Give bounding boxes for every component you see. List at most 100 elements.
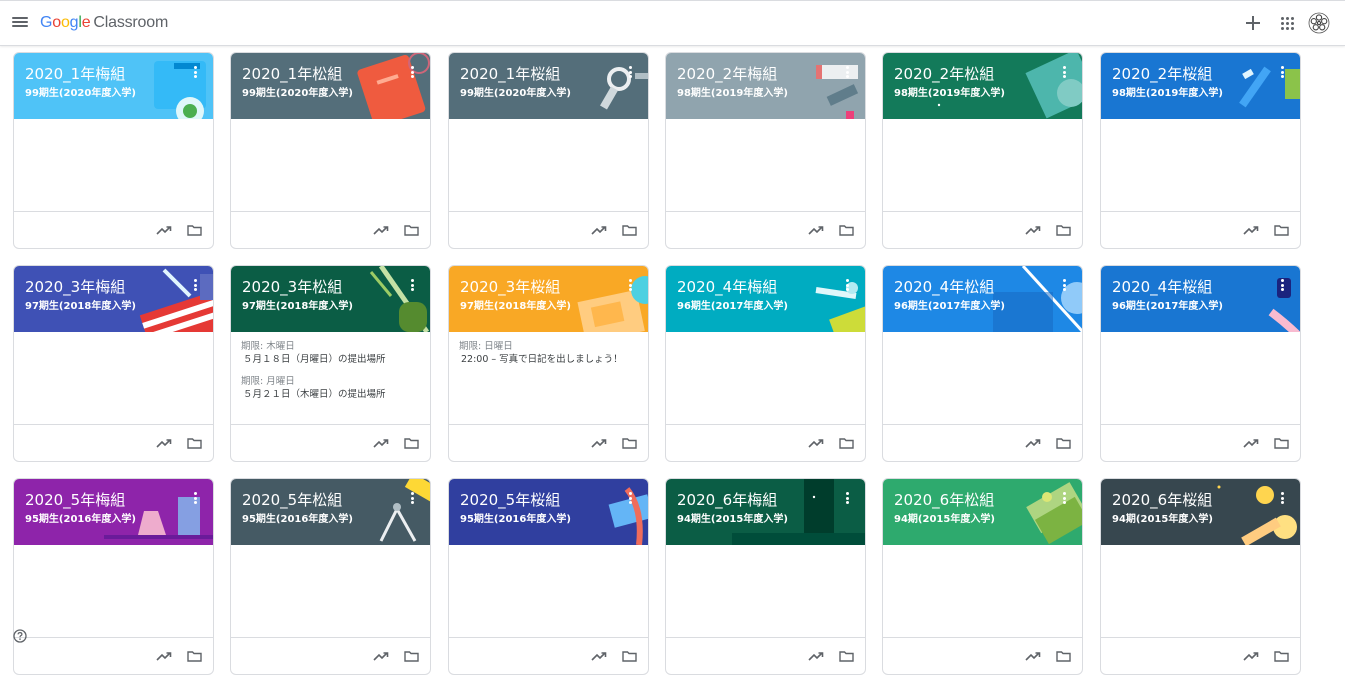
more-options-icon[interactable] xyxy=(1280,279,1286,293)
more-options-icon[interactable] xyxy=(628,66,634,80)
class-card-header[interactable]: 2020_2年桜組 98期生(2019年度入学) xyxy=(1101,53,1300,119)
class-card[interactable]: 2020_4年桜組 96期生(2017年度入学) xyxy=(1100,265,1301,462)
class-card-header[interactable]: 2020_5年桜組 95期生(2016年度入学) xyxy=(449,479,648,545)
class-card-header[interactable]: 2020_1年松組 99期生(2020年度入学) xyxy=(231,53,430,119)
folder-icon[interactable] xyxy=(1274,224,1289,236)
class-card[interactable]: 2020_4年松組 96期生(2017年度入学) xyxy=(882,265,1083,462)
trending-up-icon[interactable] xyxy=(808,224,824,236)
folder-icon[interactable] xyxy=(839,650,854,662)
class-name[interactable]: 2020_6年桜組 xyxy=(1112,489,1212,510)
class-name[interactable]: 2020_2年松組 xyxy=(894,63,994,84)
class-card-header[interactable]: 2020_3年梅組 97期生(2018年度入学) xyxy=(14,266,213,332)
task-title[interactable]: ５月２１日（木曜日）の提出場所 xyxy=(241,388,420,401)
trending-up-icon[interactable] xyxy=(1025,650,1041,662)
task-title[interactable]: ５月１８日（月曜日）の提出場所 xyxy=(241,353,420,366)
class-name[interactable]: 2020_4年松組 xyxy=(894,276,994,297)
more-options-icon[interactable] xyxy=(628,492,634,506)
class-card-header[interactable]: 2020_4年梅組 96期生(2017年度入学) xyxy=(666,266,865,332)
class-card-header[interactable]: 2020_3年松組 97期生(2018年度入学) xyxy=(231,266,430,332)
class-name[interactable]: 2020_1年梅組 xyxy=(25,63,125,84)
class-name[interactable]: 2020_6年梅組 xyxy=(677,489,777,510)
class-name[interactable]: 2020_3年梅組 xyxy=(25,276,125,297)
class-name[interactable]: 2020_3年桜組 xyxy=(460,276,560,297)
folder-icon[interactable] xyxy=(1274,650,1289,662)
class-card-header[interactable]: 2020_1年梅組 99期生(2020年度入学) xyxy=(14,53,213,119)
more-options-icon[interactable] xyxy=(1062,279,1068,293)
folder-icon[interactable] xyxy=(404,650,419,662)
trending-up-icon[interactable] xyxy=(808,650,824,662)
class-card-header[interactable]: 2020_4年桜組 96期生(2017年度入学) xyxy=(1101,266,1300,332)
more-options-icon[interactable] xyxy=(845,492,851,506)
class-name[interactable]: 2020_5年梅組 xyxy=(25,489,125,510)
class-card[interactable]: 2020_1年松組 99期生(2020年度入学) xyxy=(230,52,431,249)
trending-up-icon[interactable] xyxy=(373,650,389,662)
folder-icon[interactable] xyxy=(187,437,202,449)
class-card[interactable]: 2020_1年桜組 99期生(2020年度入学) xyxy=(448,52,649,249)
trending-up-icon[interactable] xyxy=(156,224,172,236)
class-card-header[interactable]: 2020_4年松組 96期生(2017年度入学) xyxy=(883,266,1082,332)
folder-icon[interactable] xyxy=(622,437,637,449)
class-name[interactable]: 2020_4年梅組 xyxy=(677,276,777,297)
folder-icon[interactable] xyxy=(622,650,637,662)
trending-up-icon[interactable] xyxy=(156,650,172,662)
more-options-icon[interactable] xyxy=(410,279,416,293)
class-card-header[interactable]: 2020_6年桜組 94期(2015年度入学) xyxy=(1101,479,1300,545)
class-name[interactable]: 2020_5年桜組 xyxy=(460,489,560,510)
help-icon[interactable] xyxy=(13,629,27,643)
avatar[interactable] xyxy=(1308,12,1330,34)
trending-up-icon[interactable] xyxy=(1025,224,1041,236)
class-card[interactable]: 2020_2年梅組 98期生(2019年度入学) xyxy=(665,52,866,249)
more-options-icon[interactable] xyxy=(410,492,416,506)
classroom-logo[interactable]: Google Classroom xyxy=(40,14,168,32)
class-card[interactable]: 2020_1年梅組 99期生(2020年度入学) xyxy=(13,52,214,249)
class-card-header[interactable]: 2020_6年梅組 94期生(2015年度入学) xyxy=(666,479,865,545)
class-card[interactable]: 2020_5年梅組 95期生(2016年度入学) xyxy=(13,478,214,675)
folder-icon[interactable] xyxy=(187,650,202,662)
trending-up-icon[interactable] xyxy=(1243,650,1259,662)
more-options-icon[interactable] xyxy=(1062,492,1068,506)
class-name[interactable]: 2020_2年桜組 xyxy=(1112,63,1212,84)
more-options-icon[interactable] xyxy=(1280,492,1286,506)
folder-icon[interactable] xyxy=(404,224,419,236)
more-options-icon[interactable] xyxy=(193,279,199,293)
folder-icon[interactable] xyxy=(1056,650,1071,662)
apps-grid-icon[interactable] xyxy=(1281,17,1294,30)
trending-up-icon[interactable] xyxy=(156,437,172,449)
folder-icon[interactable] xyxy=(404,437,419,449)
more-options-icon[interactable] xyxy=(193,66,199,80)
trending-up-icon[interactable] xyxy=(591,437,607,449)
class-card[interactable]: 2020_6年梅組 94期生(2015年度入学) xyxy=(665,478,866,675)
upcoming-task[interactable]: 期限: 月曜日 ５月２１日（木曜日）の提出場所 xyxy=(241,376,420,401)
class-card-header[interactable]: 2020_2年松組 98期生(2019年度入学) xyxy=(883,53,1082,119)
class-card[interactable]: 2020_2年桜組 98期生(2019年度入学) xyxy=(1100,52,1301,249)
more-options-icon[interactable] xyxy=(845,66,851,80)
more-options-icon[interactable] xyxy=(193,492,199,506)
more-options-icon[interactable] xyxy=(410,66,416,80)
folder-icon[interactable] xyxy=(839,224,854,236)
trending-up-icon[interactable] xyxy=(373,224,389,236)
class-name[interactable]: 2020_5年松組 xyxy=(242,489,342,510)
trending-up-icon[interactable] xyxy=(808,437,824,449)
class-name[interactable]: 2020_4年桜組 xyxy=(1112,276,1212,297)
class-card[interactable]: 2020_5年松組 95期生(2016年度入学) xyxy=(230,478,431,675)
class-card[interactable]: 2020_6年松組 94期(2015年度入学) xyxy=(882,478,1083,675)
more-options-icon[interactable] xyxy=(845,279,851,293)
trending-up-icon[interactable] xyxy=(1243,437,1259,449)
class-name[interactable]: 2020_2年梅組 xyxy=(677,63,777,84)
upcoming-task[interactable]: 期限: 木曜日 ５月１８日（月曜日）の提出場所 xyxy=(241,341,420,366)
class-card[interactable]: 2020_6年桜組 94期(2015年度入学) xyxy=(1100,478,1301,675)
class-card[interactable]: 2020_3年梅組 97期生(2018年度入学) xyxy=(13,265,214,462)
class-name[interactable]: 2020_6年松組 xyxy=(894,489,994,510)
class-card[interactable]: 2020_4年梅組 96期生(2017年度入学) xyxy=(665,265,866,462)
class-card-header[interactable]: 2020_3年桜組 97期生(2018年度入学) xyxy=(449,266,648,332)
trending-up-icon[interactable] xyxy=(373,437,389,449)
class-name[interactable]: 2020_3年松組 xyxy=(242,276,342,297)
class-card[interactable]: 2020_5年桜組 95期生(2016年度入学) xyxy=(448,478,649,675)
trending-up-icon[interactable] xyxy=(1025,437,1041,449)
folder-icon[interactable] xyxy=(187,224,202,236)
class-card-header[interactable]: 2020_1年桜組 99期生(2020年度入学) xyxy=(449,53,648,119)
class-card-header[interactable]: 2020_5年松組 95期生(2016年度入学) xyxy=(231,479,430,545)
more-options-icon[interactable] xyxy=(628,279,634,293)
more-options-icon[interactable] xyxy=(1062,66,1068,80)
class-name[interactable]: 2020_1年松組 xyxy=(242,63,342,84)
